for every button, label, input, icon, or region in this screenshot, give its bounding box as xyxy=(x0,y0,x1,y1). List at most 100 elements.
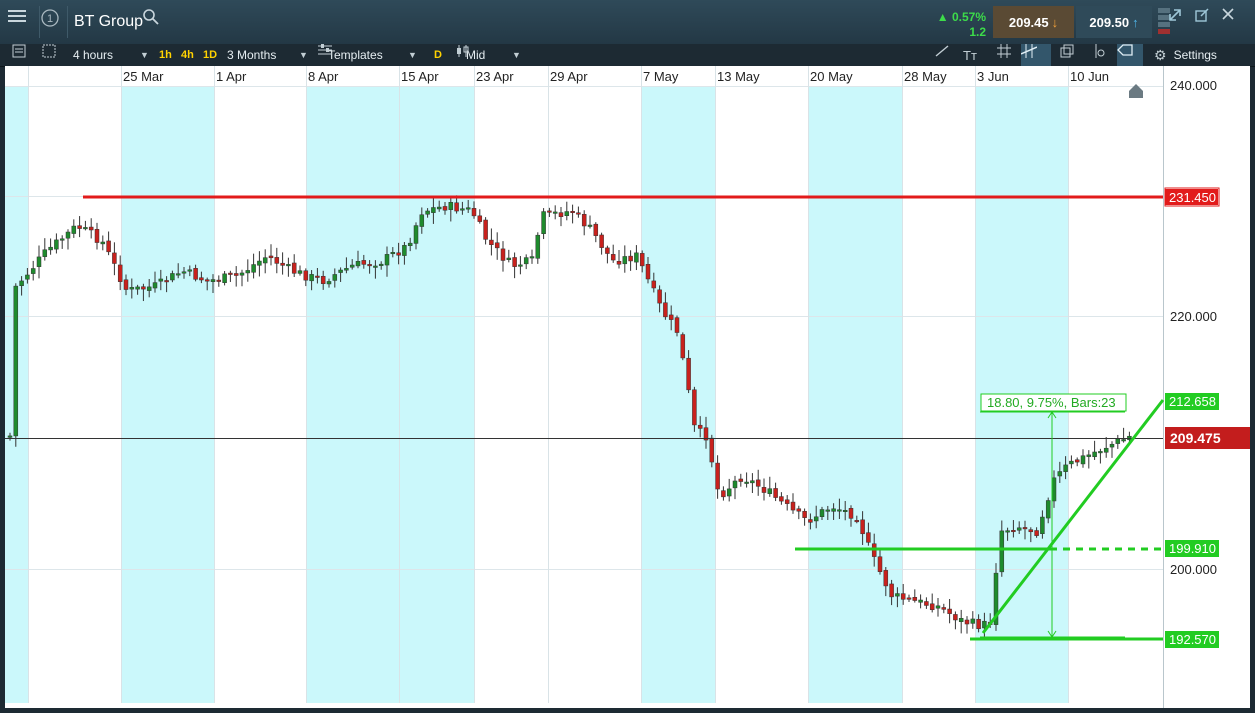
candle-body xyxy=(709,437,715,463)
candle-body xyxy=(755,479,761,487)
candle-body xyxy=(657,289,662,304)
candle-body xyxy=(384,254,390,266)
dividends-toggle[interactable]: D xyxy=(434,44,442,66)
candle-body xyxy=(779,496,784,502)
candle-body xyxy=(326,281,332,285)
candle-body xyxy=(361,260,367,265)
candle-body xyxy=(1011,530,1016,533)
change-percent: ▲ 0.57% xyxy=(936,10,986,24)
candle-body xyxy=(123,279,129,290)
candle-body xyxy=(42,249,48,257)
candle-body xyxy=(135,286,140,290)
candle-body xyxy=(953,614,958,621)
candle-body xyxy=(419,214,425,227)
candle-body xyxy=(274,257,280,264)
label-tool-icon[interactable] xyxy=(1117,44,1143,66)
candle-body xyxy=(895,593,900,597)
interval-select[interactable]: 4 hours ▼ xyxy=(64,44,150,66)
candle-body xyxy=(431,207,436,213)
candle-body xyxy=(1051,477,1057,502)
gear-icon: ⚙ xyxy=(1154,46,1167,63)
expand-icon[interactable] xyxy=(1168,8,1196,36)
search-icon[interactable] xyxy=(142,8,170,36)
candle-body xyxy=(216,279,222,282)
candle-body xyxy=(663,302,668,318)
candle-body xyxy=(831,508,836,512)
candle-body xyxy=(170,273,175,281)
candle-body xyxy=(1016,527,1022,531)
date-label: 28 May xyxy=(904,69,947,84)
range-select[interactable]: 3 Months ▼ xyxy=(222,44,310,66)
candle-body xyxy=(204,279,210,282)
candle-body xyxy=(523,257,529,265)
price-chart[interactable]: 25 Mar 1 Apr 8 Apr 15 Apr 23 Apr 29 Apr … xyxy=(5,66,1250,708)
candle-body xyxy=(465,207,471,210)
candle-body xyxy=(233,273,239,276)
candle-body xyxy=(19,280,24,286)
candle-body xyxy=(500,248,506,261)
candle-body xyxy=(1040,516,1045,534)
text-tool-icon[interactable]: Tт xyxy=(963,44,977,66)
candle-body xyxy=(65,231,71,239)
timeframe-1h-button[interactable]: 1h xyxy=(159,44,172,66)
candle-body xyxy=(564,211,570,216)
candle-body xyxy=(610,254,616,261)
candle-body xyxy=(616,260,622,265)
chevron-down-icon: ▼ xyxy=(408,50,417,60)
chart-canvas[interactable]: 25 Mar 1 Apr 8 Apr 15 Apr 23 Apr 29 Apr … xyxy=(5,66,1250,708)
date-label: 13 May xyxy=(717,69,760,84)
candle-body xyxy=(367,264,372,267)
range-value: 3 Months xyxy=(227,48,277,62)
candle-body xyxy=(146,286,152,291)
candle-body xyxy=(929,603,935,611)
candle-body xyxy=(738,478,744,482)
candle-body xyxy=(750,480,755,484)
candle-body xyxy=(158,278,164,282)
sell-button[interactable]: 209.45 ↓ xyxy=(993,6,1074,38)
candle-body xyxy=(628,255,633,262)
candle-body xyxy=(860,519,865,535)
price-type-select[interactable]: Mid ▼ xyxy=(456,44,524,66)
candle-body xyxy=(570,210,575,214)
candle-body xyxy=(152,282,158,289)
templates-select[interactable]: Templates ▼ xyxy=(318,44,418,66)
date-label: 23 Apr xyxy=(476,69,514,84)
measure-text: 18.80, 9.75%, Bars:23 xyxy=(987,395,1116,410)
candle-body xyxy=(547,210,552,213)
change-absolute: 1.2 xyxy=(969,25,986,39)
timeframe-1d-button[interactable]: 1D xyxy=(203,44,217,66)
candle-body xyxy=(88,226,94,231)
candle-body xyxy=(883,570,889,587)
candle-body xyxy=(373,265,378,268)
settings-button[interactable]: ⚙ Settings xyxy=(1154,44,1217,66)
candle-body xyxy=(112,252,117,264)
candle-body xyxy=(1121,439,1126,442)
candle-body xyxy=(245,270,251,274)
candle-body xyxy=(639,253,645,267)
date-label: 8 Apr xyxy=(308,69,339,84)
candle-body xyxy=(407,242,413,247)
candle-body xyxy=(1022,527,1028,530)
candle-body xyxy=(808,519,813,523)
candle-body xyxy=(541,211,546,235)
candle-body xyxy=(59,238,65,241)
candle-body xyxy=(692,389,697,426)
candle-body xyxy=(506,257,512,260)
title-bar: 1 BT Group ▲ 0.57% 1.2 209.45 ↓ 209.50 ↑ xyxy=(0,0,1255,45)
candle-body xyxy=(349,264,355,268)
buy-button[interactable]: 209.50 ↑ xyxy=(1076,6,1152,38)
timeframe-4h-button[interactable]: 4h xyxy=(181,44,194,66)
close-icon[interactable] xyxy=(1222,8,1250,36)
candle-body xyxy=(344,268,349,271)
candle-body xyxy=(813,516,819,522)
link-group-icon[interactable]: 1 xyxy=(40,8,68,36)
candle-body xyxy=(790,501,796,511)
candle-body xyxy=(239,272,245,276)
candle-body xyxy=(320,275,326,284)
candle-body xyxy=(576,212,581,215)
drawing-tools-icon[interactable] xyxy=(1021,44,1051,66)
candle-body xyxy=(36,256,42,267)
menu-icon[interactable] xyxy=(8,8,36,36)
popout-icon[interactable] xyxy=(1195,8,1223,36)
templates-label: Templates xyxy=(328,48,383,62)
